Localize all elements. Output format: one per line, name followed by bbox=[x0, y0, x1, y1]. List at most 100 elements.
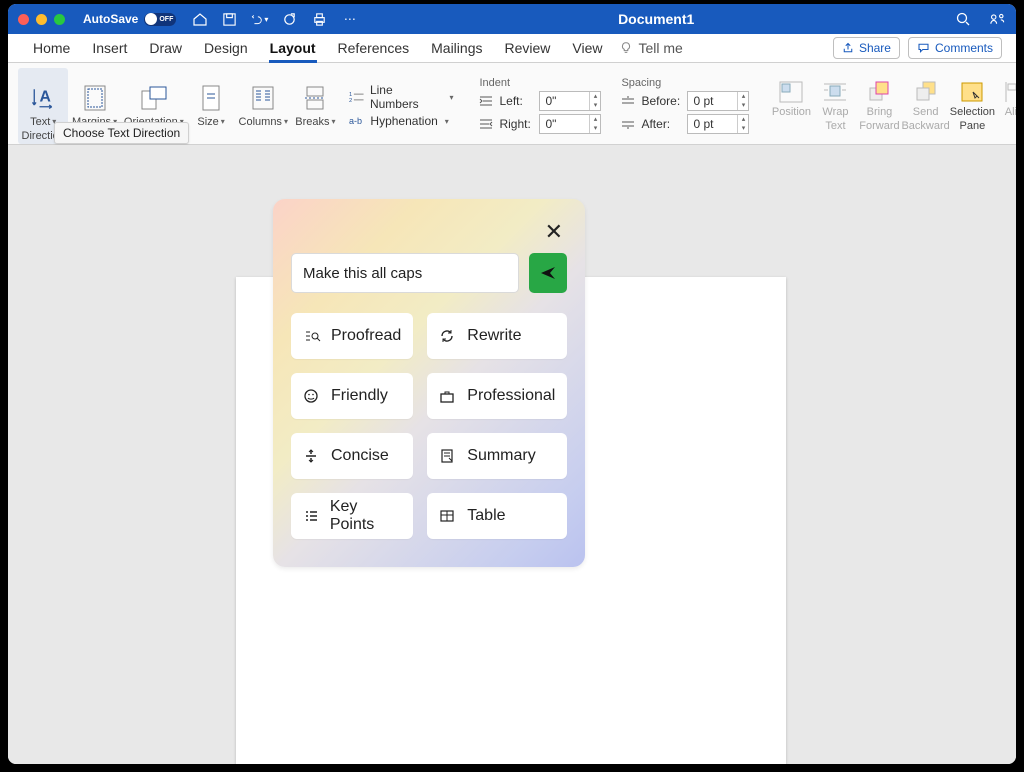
indent-header: Indent bbox=[475, 77, 605, 89]
tab-home[interactable]: Home bbox=[22, 34, 81, 62]
spacing-after: After: 0 pt▴▾ bbox=[617, 113, 753, 135]
share-button[interactable]: Share bbox=[833, 37, 900, 59]
ribbon-tabs: Home Insert Draw Design Layout Reference… bbox=[8, 34, 1016, 63]
send-button[interactable] bbox=[529, 253, 567, 293]
spacing-before-icon bbox=[621, 95, 635, 107]
line-numbers-button[interactable]: 12 Line Numbers▾ bbox=[343, 82, 459, 112]
spacing-after-input[interactable]: 0 pt▴▾ bbox=[687, 114, 749, 134]
bring-forward-button[interactable]: BringForward bbox=[857, 68, 901, 144]
hyphenation-icon: a-b bbox=[349, 115, 365, 127]
ai-rewrite-button[interactable]: Rewrite bbox=[427, 313, 567, 359]
ai-table-button[interactable]: Table bbox=[427, 493, 567, 539]
indent-right-icon bbox=[479, 118, 493, 130]
table-icon bbox=[439, 508, 457, 524]
line-numbers-icon: 12 bbox=[349, 90, 365, 104]
align-button[interactable]: Align bbox=[995, 68, 1016, 144]
spin-up[interactable]: ▴ bbox=[590, 115, 600, 124]
selection-pane-button[interactable]: SelectionPane bbox=[950, 68, 995, 144]
search-icon[interactable] bbox=[954, 11, 971, 28]
ai-proofread-button[interactable]: Proofread bbox=[291, 313, 413, 359]
selection-pane-icon bbox=[959, 80, 985, 104]
bring-forward-icon bbox=[866, 80, 892, 104]
home-icon[interactable] bbox=[191, 11, 208, 28]
share-icon[interactable] bbox=[989, 11, 1006, 28]
wrap-text-icon bbox=[822, 80, 848, 104]
wrap-text-button[interactable]: WrapText bbox=[813, 68, 857, 144]
ai-friendly-button[interactable]: Friendly bbox=[291, 373, 413, 419]
indent-right: Right: 0"▴▾ bbox=[475, 113, 605, 135]
save-icon[interactable] bbox=[221, 11, 238, 28]
spacing-header: Spacing bbox=[617, 77, 753, 89]
svg-text:a-b: a-b bbox=[349, 116, 362, 126]
margins-icon bbox=[83, 84, 107, 112]
share-out-icon bbox=[842, 42, 854, 54]
spin-down[interactable]: ▾ bbox=[590, 101, 600, 110]
tooltip-text-direction: Choose Text Direction bbox=[54, 122, 189, 144]
ai-keypoints-button[interactable]: Key Points bbox=[291, 493, 413, 539]
indent-left-input[interactable]: 0"▴▾ bbox=[539, 91, 601, 111]
quick-access-toolbar: ▾ ⋯ bbox=[191, 11, 358, 28]
spin-down[interactable]: ▾ bbox=[738, 101, 748, 110]
send-icon bbox=[539, 265, 557, 281]
app-window: AutoSave OFF ▾ ⋯ Document1 Home Insert D… bbox=[8, 4, 1016, 764]
ai-prompt-input[interactable] bbox=[291, 253, 519, 293]
spacing-after-icon bbox=[621, 118, 635, 130]
send-backward-icon bbox=[913, 80, 939, 104]
hyphenation-button[interactable]: a-b Hyphenation▾ bbox=[343, 113, 459, 129]
close-window[interactable] bbox=[18, 14, 29, 25]
window-controls bbox=[18, 14, 65, 25]
breaks-icon bbox=[303, 85, 327, 111]
text-direction-icon: A bbox=[29, 84, 57, 112]
ai-assist-panel: ✕ Proofread Rewrite Friendly Professiona… bbox=[273, 199, 585, 567]
tab-draw[interactable]: Draw bbox=[138, 34, 193, 62]
align-icon bbox=[1004, 80, 1016, 104]
size-button[interactable]: Size▾ bbox=[187, 68, 235, 144]
position-icon bbox=[778, 80, 804, 104]
autosave-toggle[interactable]: AutoSave OFF bbox=[83, 12, 176, 26]
undo-icon[interactable]: ▾ bbox=[251, 11, 268, 28]
concise-icon bbox=[303, 448, 321, 464]
close-icon[interactable]: ✕ bbox=[545, 219, 563, 245]
send-backward-button[interactable]: SendBackward bbox=[901, 68, 949, 144]
redo-icon[interactable] bbox=[281, 11, 298, 28]
breaks-button[interactable]: Breaks▾ bbox=[291, 68, 339, 144]
columns-button[interactable]: Columns▾ bbox=[235, 68, 291, 144]
tab-layout[interactable]: Layout bbox=[259, 34, 327, 62]
more-icon[interactable]: ⋯ bbox=[341, 11, 358, 28]
tab-review[interactable]: Review bbox=[493, 34, 561, 62]
ai-summary-button[interactable]: Summary bbox=[427, 433, 567, 479]
autosave-label: AutoSave bbox=[83, 12, 138, 26]
tab-references[interactable]: References bbox=[327, 34, 421, 62]
spin-down[interactable]: ▾ bbox=[590, 124, 600, 133]
document-canvas[interactable]: ✕ Proofread Rewrite Friendly Professiona… bbox=[8, 145, 1016, 764]
spin-down[interactable]: ▾ bbox=[738, 124, 748, 133]
maximize-window[interactable] bbox=[54, 14, 65, 25]
friendly-icon bbox=[303, 388, 321, 404]
rewrite-icon bbox=[439, 328, 457, 344]
comments-button[interactable]: Comments bbox=[908, 37, 1002, 59]
tab-insert[interactable]: Insert bbox=[81, 34, 138, 62]
print-icon[interactable] bbox=[311, 11, 328, 28]
tell-me[interactable]: Tell me bbox=[619, 40, 682, 56]
indent-left: Left: 0"▴▾ bbox=[475, 90, 605, 112]
svg-text:A: A bbox=[40, 88, 51, 105]
lightbulb-icon bbox=[619, 41, 633, 55]
size-icon bbox=[200, 84, 222, 112]
autosave-pill[interactable]: OFF bbox=[144, 13, 176, 26]
comment-icon bbox=[917, 42, 930, 54]
tab-design[interactable]: Design bbox=[193, 34, 259, 62]
indent-right-input[interactable]: 0"▴▾ bbox=[539, 114, 601, 134]
tab-mailings[interactable]: Mailings bbox=[420, 34, 493, 62]
spacing-before-input[interactable]: 0 pt▴▾ bbox=[687, 91, 749, 111]
spin-up[interactable]: ▴ bbox=[738, 115, 748, 124]
orientation-icon bbox=[140, 85, 168, 111]
tab-view[interactable]: View bbox=[561, 34, 613, 62]
spin-up[interactable]: ▴ bbox=[590, 92, 600, 101]
ai-concise-button[interactable]: Concise bbox=[291, 433, 413, 479]
svg-text:2: 2 bbox=[349, 98, 352, 104]
spin-up[interactable]: ▴ bbox=[738, 92, 748, 101]
ai-professional-button[interactable]: Professional bbox=[427, 373, 567, 419]
minimize-window[interactable] bbox=[36, 14, 47, 25]
professional-icon bbox=[439, 388, 457, 404]
position-button[interactable]: Position bbox=[769, 68, 813, 144]
